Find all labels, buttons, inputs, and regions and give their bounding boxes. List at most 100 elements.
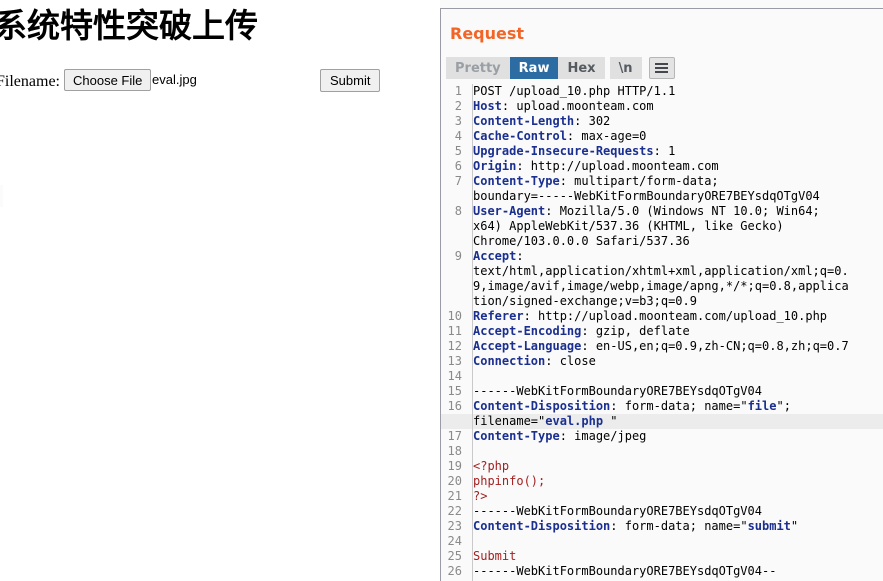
line-text: Content-Length: 302: [467, 114, 883, 129]
code-token: : Mozilla/5.0 (Windows NT 10.0; Win64;: [545, 204, 820, 218]
code-token: <?php: [473, 459, 510, 473]
request-line: tion/signed-exchange;v=b3;q=0.9: [441, 294, 883, 309]
line-text: Referer: http://upload.moonteam.com/uplo…: [467, 309, 883, 324]
request-line: 8 User-Agent: Mozilla/5.0 (Windows NT 10.…: [441, 204, 883, 219]
line-number: 9: [454, 249, 462, 263]
tab-raw[interactable]: Raw: [509, 57, 559, 79]
code-token: ": [740, 519, 748, 533]
code-token: Content-Type: [473, 429, 560, 443]
line-text: POST /upload_10.php HTTP/1.1: [467, 84, 883, 99]
tab-pretty[interactable]: Pretty: [446, 57, 510, 79]
line-number: 11: [447, 324, 462, 338]
request-line: 18: [441, 444, 883, 459]
line-number: 1: [454, 84, 462, 98]
request-line: 19 <?php: [441, 459, 883, 474]
code-token: boundary=-----WebKitFormBoundaryORE7BEYs…: [473, 189, 820, 203]
page-edge-artifact: [0, 185, 3, 207]
request-line: 17 Content-Type: image/jpeg: [441, 429, 883, 444]
code-token: submit: [747, 519, 791, 533]
code-token: : close: [545, 354, 596, 368]
line-number: 5: [454, 144, 462, 158]
hamburger-icon: [655, 63, 669, 73]
line-number: 14: [447, 369, 462, 383]
filename-label: Filename:: [0, 73, 60, 90]
line-text: Content-Disposition: form-data; name="su…: [467, 519, 883, 534]
submit-button[interactable]: Submit: [320, 69, 381, 92]
request-lines-container: 1 POST /upload_10.php HTTP/1.1 2 Host: uplo…: [441, 84, 883, 579]
code-token: x64) AppleWebKit/537.36 (KHTML, like Gec…: [473, 219, 784, 233]
code-token: Content-Disposition: [473, 399, 611, 413]
line-text: Accept-Language: en-US,en;q=0.9,zh-CN;q=…: [467, 339, 883, 354]
line-number: 21: [447, 489, 462, 503]
line-number: 25: [447, 549, 462, 563]
line-text: Chrome/103.0.0.0 Safari/537.36: [467, 234, 883, 249]
code-token: : 1: [653, 144, 676, 158]
request-line: 14: [441, 369, 883, 384]
line-text: Content-Type: multipart/form-data;: [467, 174, 883, 189]
code-token: POST /upload_10.php HTTP/1.1: [473, 84, 676, 98]
line-number: 13: [447, 354, 462, 368]
line-number: 16: [447, 399, 462, 413]
view-format-tabs: Pretty Raw Hex \n: [446, 57, 675, 79]
code-token: : gzip, deflate: [581, 324, 690, 338]
code-token: Accept: [473, 249, 517, 263]
request-line: filename="eval.php ": [441, 414, 883, 429]
request-line: 21 ?>: [441, 489, 883, 504]
code-token: : image/jpeg: [559, 429, 647, 443]
code-token: : form-data; name=: [610, 519, 741, 533]
code-token: Accept-Language: [473, 339, 582, 353]
request-line: boundary=-----WebKitFormBoundaryORE7BEYs…: [441, 189, 883, 204]
line-text: boundary=-----WebKitFormBoundaryORE7BEYs…: [467, 189, 883, 204]
line-number: 18: [447, 444, 462, 458]
request-code-view[interactable]: 1 POST /upload_10.php HTTP/1.1 2 Host: uplo…: [441, 84, 883, 581]
selected-filename-text: eval.jpg: [152, 72, 197, 87]
line-text: Content-Disposition: form-data; name="fi…: [467, 399, 883, 414]
code-token: :: [516, 249, 524, 263]
line-number: 10: [447, 309, 462, 323]
line-text: <?php: [467, 459, 883, 474]
line-text: Upgrade-Insecure-Requests: 1: [467, 144, 883, 159]
tab-n[interactable]: \n: [609, 57, 642, 79]
code-token: ------WebKitFormBoundaryORE7BEYsdqOTgV04…: [473, 564, 777, 578]
code-token: ": [740, 399, 748, 413]
line-number: 15: [447, 384, 462, 398]
request-line: 9,image/avif,image/webp,image/apng,*/*;q…: [441, 279, 883, 294]
request-line: x64) AppleWebKit/537.36 (KHTML, like Gec…: [441, 219, 883, 234]
code-token: ------WebKitFormBoundaryORE7BEYsdqOTgV04: [473, 504, 762, 518]
line-text: Host: upload.moonteam.com: [467, 99, 883, 114]
line-number: 24: [447, 534, 462, 548]
line-text: ------WebKitFormBoundaryORE7BEYsdqOTgV04: [467, 504, 883, 519]
line-text: Accept-Encoding: gzip, deflate: [467, 324, 883, 339]
line-text: Cache-Control: max-age=0: [467, 129, 883, 144]
code-token: ": [610, 414, 618, 428]
line-number: 22: [447, 504, 462, 518]
line-number: 20: [447, 474, 462, 488]
choose-file-button[interactable]: Choose File: [64, 69, 152, 91]
request-line: 16 Content-Disposition: form-data; name="…: [441, 399, 883, 414]
code-token: ?>: [473, 489, 488, 503]
hamburger-menu-button[interactable]: [648, 57, 675, 79]
line-number: 7: [454, 174, 462, 188]
line-number: 17: [447, 429, 462, 443]
request-line: 12 Accept-Language: en-US,en;q=0.9,zh-CN;…: [441, 339, 883, 354]
code-token: phpinfo();: [473, 474, 546, 488]
line-number: 19: [447, 459, 462, 473]
code-token: eval.php: [545, 414, 611, 428]
line-text: 9,image/avif,image/webp,image/apng,*/*;q…: [467, 279, 883, 294]
code-token: Cache-Control: [473, 129, 567, 143]
browser-page-content: 系统特性突破上传 Filename: Choose File eval.jpg …: [0, 0, 440, 581]
code-token: : multipart/form-data;: [559, 174, 719, 188]
line-number: 6: [454, 159, 462, 173]
request-line: 20 phpinfo();: [441, 474, 883, 489]
code-token: : en-US,en;q=0.9,zh-CN;q=0.8,zh;q=0.7: [581, 339, 849, 353]
code-token: : upload.moonteam.com: [501, 99, 654, 113]
request-line: 3 Content-Length: 302: [441, 114, 883, 129]
line-text: Accept:: [467, 249, 883, 264]
line-text: Origin: http://upload.moonteam.com: [467, 159, 883, 174]
burp-request-panel: Request Pretty Raw Hex \n 1 POST /upload_10.…: [440, 0, 883, 581]
line-number: 8: [454, 204, 462, 218]
tab-hex[interactable]: Hex: [558, 57, 605, 79]
code-token: Host: [473, 99, 502, 113]
code-token: file: [747, 399, 777, 413]
code-token: Origin: [473, 159, 517, 173]
